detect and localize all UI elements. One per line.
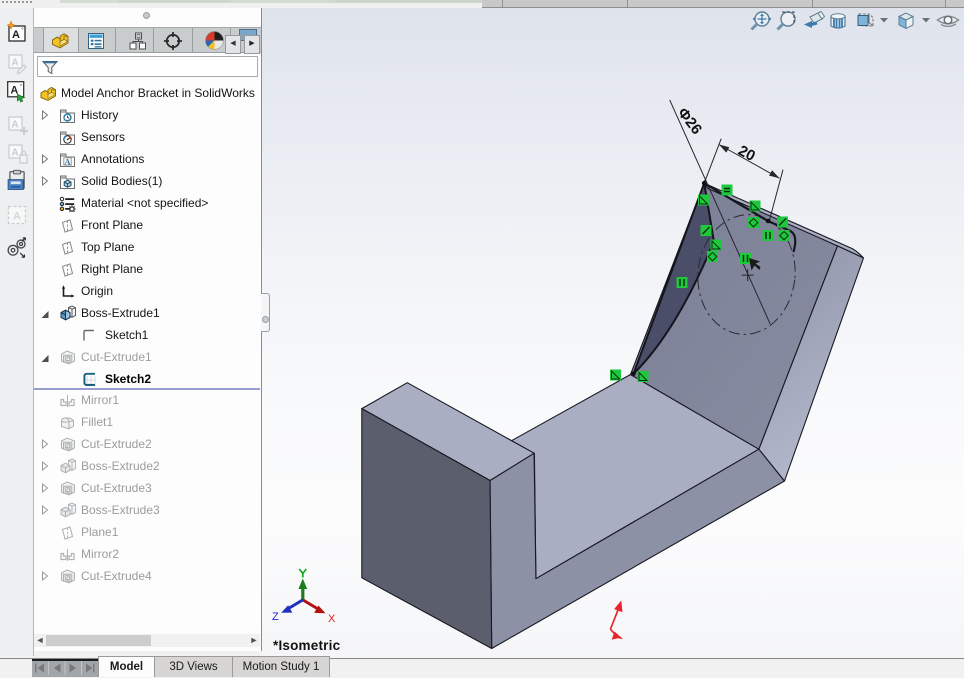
- svg-text:A: A: [13, 211, 21, 223]
- svg-text:A: A: [11, 58, 18, 69]
- svg-text:°: °: [20, 84, 22, 90]
- svg-text:X: X: [328, 613, 336, 625]
- svg-text:A: A: [11, 120, 18, 131]
- svg-text:Z: Z: [272, 611, 279, 623]
- svg-text:A: A: [64, 156, 71, 166]
- svg-text:20: 20: [735, 142, 758, 165]
- svg-text:A: A: [12, 29, 20, 41]
- svg-text:A: A: [11, 148, 18, 159]
- svg-text:Φ26: Φ26: [674, 105, 705, 138]
